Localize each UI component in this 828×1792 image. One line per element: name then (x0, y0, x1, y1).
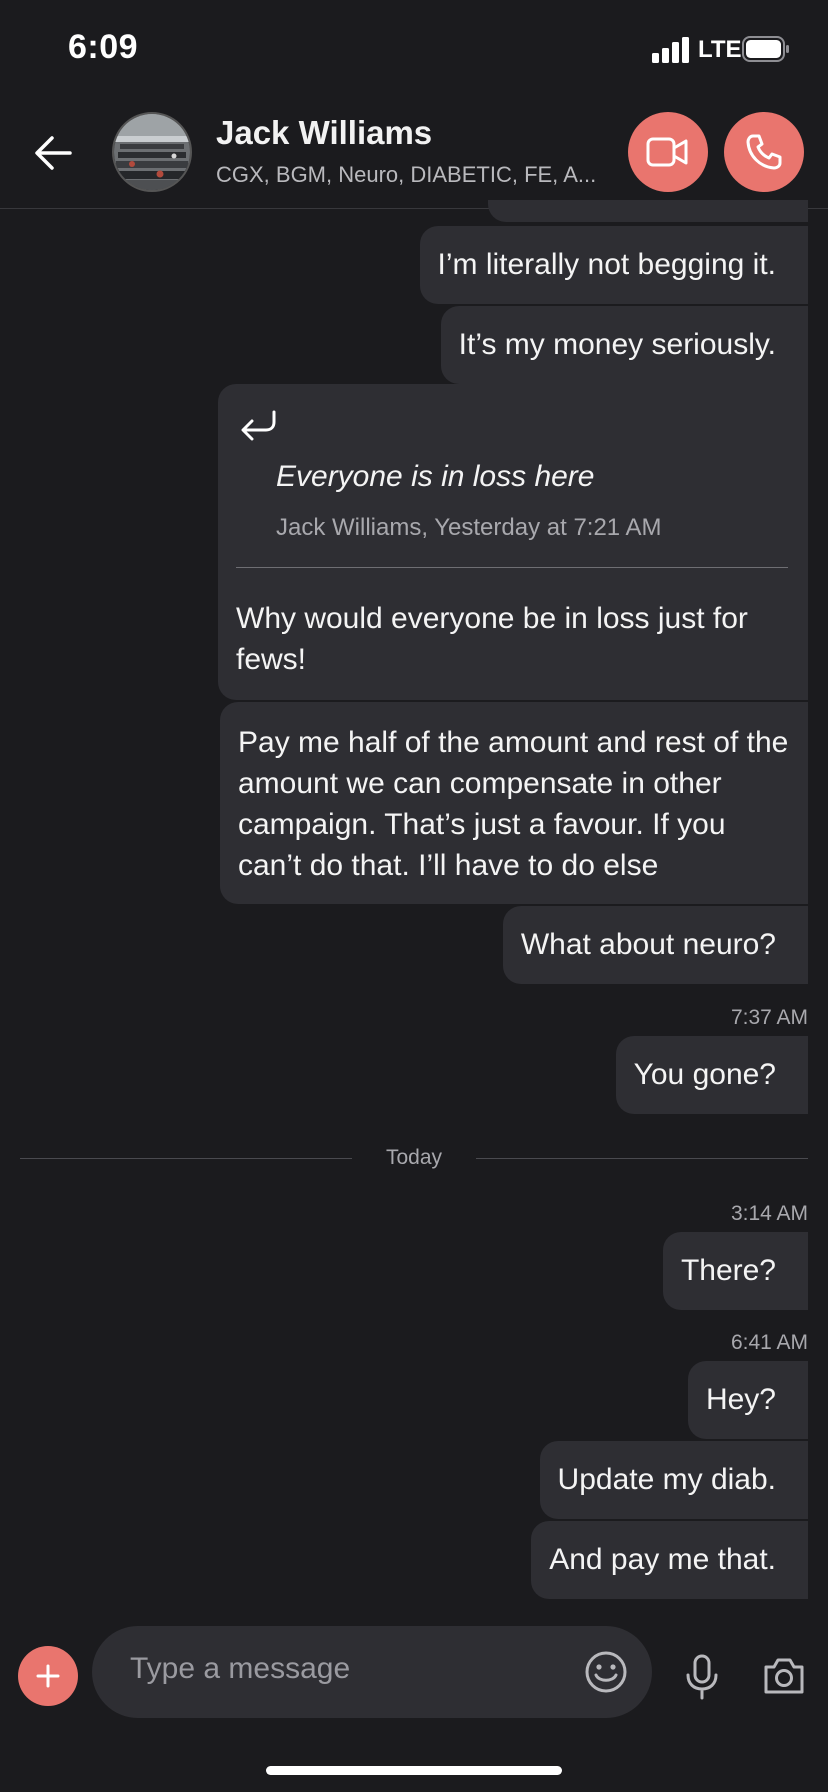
quoted-message-text: Everyone is in loss here (276, 460, 595, 493)
message-bubble[interactable]: There? (662, 1232, 808, 1310)
message-text: Pay me half of the amount and rest of th… (238, 726, 789, 882)
message-bubble[interactable]: What about neuro? (502, 906, 808, 984)
message-bubble[interactable]: Update my diab. (539, 1441, 808, 1519)
message-bubble[interactable]: You gone? (615, 1036, 808, 1114)
message-text: What about neuro? (520, 928, 776, 961)
contact-name[interactable]: Jack Williams (216, 114, 432, 152)
message-text: It’s my money seriously. (458, 328, 776, 361)
message-text: There? (680, 1254, 776, 1287)
message-bubble[interactable]: Hey? (687, 1361, 808, 1439)
message-text: Why would everyone be in loss just for f… (236, 602, 748, 676)
camera-icon[interactable] (762, 1656, 806, 1696)
message-text: You gone? (633, 1058, 776, 1091)
video-call-icon (646, 137, 688, 167)
message-text: And pay me that. (549, 1543, 776, 1576)
quoted-message-meta: Jack Williams, Yesterday at 7:21 AM (276, 514, 662, 541)
quote-divider (236, 567, 788, 568)
message-text: I’m literally not begging it. (437, 248, 777, 281)
message-text: Hey? (705, 1383, 776, 1416)
message-input[interactable] (130, 1652, 530, 1686)
video-call-button[interactable] (628, 112, 708, 192)
date-separator: Today (0, 1146, 828, 1176)
message-timestamp: 7:37 AM (730, 1006, 808, 1029)
home-indicator[interactable] (266, 1766, 562, 1775)
emoji-icon[interactable] (584, 1650, 628, 1694)
message-bubble[interactable]: I’m literally not begging it. (419, 226, 808, 304)
back-arrow-icon[interactable] (30, 128, 80, 178)
message-bubble-partial (488, 200, 808, 222)
reply-message-bubble[interactable]: Everyone is in loss here Jack Williams, … (218, 384, 808, 700)
date-separator-line (476, 1158, 808, 1159)
status-bar: 6:09 LTE (0, 0, 828, 100)
signal-icon (652, 37, 689, 63)
avatar-image (114, 114, 190, 190)
message-bubble[interactable]: It’s my money seriously. (440, 306, 808, 384)
reply-icon (241, 410, 276, 441)
contact-subtitle[interactable]: CGX, BGM, Neuro, DIABETIC, FE, A... (216, 162, 606, 188)
battery-icon (742, 36, 789, 62)
status-time: 6:09 (68, 28, 139, 66)
plus-icon (36, 1664, 60, 1688)
microphone-icon[interactable] (684, 1654, 720, 1700)
message-timestamp: 3:14 AM (730, 1202, 808, 1225)
message-field[interactable] (92, 1626, 652, 1718)
message-timestamp: 6:41 AM (730, 1331, 808, 1354)
message-bubble[interactable]: And pay me that. (531, 1521, 808, 1599)
phone-call-button[interactable] (724, 112, 804, 192)
network-label: LTE (698, 36, 742, 63)
message-text: Update my diab. (557, 1463, 776, 1496)
chat-header: Jack Williams CGX, BGM, Neuro, DIABETIC,… (0, 100, 828, 209)
phone-call-icon (746, 134, 782, 170)
avatar[interactable] (112, 112, 192, 192)
message-bubble[interactable]: Pay me half of the amount and rest of th… (220, 702, 808, 904)
message-composer (0, 1620, 828, 1720)
add-attachment-button[interactable] (18, 1646, 78, 1706)
